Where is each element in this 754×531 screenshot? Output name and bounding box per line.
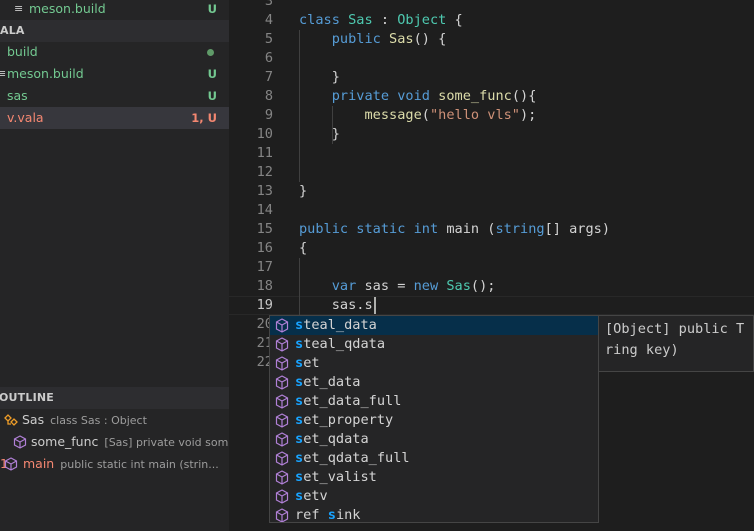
line-number: 4 (264, 12, 273, 28)
line-number: 19 (256, 297, 273, 313)
method-icon (275, 508, 289, 522)
suggestion-item[interactable]: steal_qdata (270, 335, 598, 354)
line-number: 9 (264, 107, 273, 123)
code-line: private void some_func(){ (331, 88, 537, 104)
suggest-widget[interactable]: steal_data steal_qdata set set_data set_… (269, 315, 599, 523)
code-line: } (299, 183, 308, 199)
outline-item-some-func[interactable]: some_func [Sas] private void som... (0, 431, 229, 453)
suggestion-detail-panel: [Object] public T ring key) (599, 315, 754, 372)
outline-item-sas[interactable]: Sas class Sas : Object (0, 409, 229, 431)
suggestion-label: steal_qdata (295, 336, 386, 352)
file-item-meson-build[interactable]: ≡ meson.build U (0, 63, 229, 85)
suggestion-label: ref sink (295, 507, 361, 523)
suggestion-label: set_data (295, 374, 361, 390)
suggestion-item[interactable]: steal_data (270, 316, 598, 335)
line-number: 20 (256, 316, 273, 332)
line-number: 5 (264, 31, 273, 47)
method-icon (275, 451, 289, 466)
outline-title: OUTLINE (0, 391, 55, 404)
line-number: 14 (256, 202, 273, 218)
suggestion-item[interactable]: set_qdata_full (270, 449, 598, 468)
suggestion-item[interactable]: set_data (270, 373, 598, 392)
suggestion-label: set_qdata (295, 431, 369, 447)
file-name: v.vala (7, 110, 44, 125)
file-name: meson.build (7, 66, 84, 81)
file-name: meson.build (29, 1, 106, 16)
suggestion-item[interactable]: set_data_full (270, 392, 598, 411)
suggestion-label: set_qdata_full (295, 450, 410, 466)
file-lines-icon: ≡ (14, 2, 24, 15)
outline-item-label: Sas class Sas : Object (22, 412, 147, 427)
file-lines-icon: ≡ (0, 67, 7, 80)
suggestion-label: set_valist (295, 469, 377, 485)
file-item-sas[interactable]: sas U (0, 85, 229, 107)
code-line: { (299, 240, 308, 256)
suggestion-label: set (295, 355, 320, 371)
git-status-badge: U (207, 89, 217, 103)
code-line: class Sas : Object { (299, 12, 463, 28)
line-number: 11 (256, 145, 273, 161)
outline-item-label: main public static int main (strin... (23, 456, 219, 471)
file-name: sas (7, 88, 28, 103)
method-icon (275, 432, 289, 447)
method-icon (4, 457, 18, 471)
line-number: 18 (256, 278, 273, 294)
outline-header[interactable]: OUTLINE (0, 387, 229, 409)
suggestion-item[interactable]: ref sink (270, 506, 598, 523)
section-title: ALA (0, 24, 25, 37)
method-icon (275, 394, 289, 409)
code-line: message("hello vls"); (364, 107, 537, 123)
section-header-vala[interactable]: ALA (0, 20, 229, 42)
suggestion-item[interactable]: setv (270, 487, 598, 506)
folder-item-build[interactable]: build (0, 41, 229, 63)
code-line: public static int main (string[] args) (299, 221, 611, 237)
method-icon (275, 413, 289, 428)
method-icon (275, 356, 289, 371)
suggestion-label: set_property (295, 412, 394, 428)
outline-item-main[interactable]: main public static int main (strin... 1 (0, 453, 229, 475)
sidebar: ≡ meson.build U ALA build ≡ meson.build … (0, 0, 229, 531)
line-number: 22 (256, 354, 273, 370)
method-icon (275, 375, 289, 390)
method-icon (275, 337, 289, 352)
line-number: 13 (256, 183, 273, 199)
text-cursor (374, 297, 376, 314)
method-icon (275, 489, 289, 504)
code-line: sas.s (299, 297, 373, 313)
line-number: 21 (256, 335, 273, 351)
line-number: 12 (256, 164, 273, 180)
file-item-meson-build-top[interactable]: ≡ meson.build U (0, 0, 229, 20)
method-icon (275, 318, 289, 333)
suggestion-item[interactable]: set_qdata (270, 430, 598, 449)
git-status-badge: U (207, 67, 217, 81)
line-number: 7 (264, 69, 273, 85)
problem-status-badge: 1, U (191, 111, 217, 125)
class-icon (4, 414, 18, 426)
suggestion-item[interactable]: set (270, 354, 598, 373)
line-number: 17 (256, 259, 273, 275)
suggestion-label: setv (295, 488, 328, 504)
line-number: 15 (256, 221, 273, 237)
line-number: 6 (264, 50, 273, 66)
suggestion-item[interactable]: set_property (270, 411, 598, 430)
suggestion-item[interactable]: set_valist (270, 468, 598, 487)
line-number: 3 (264, 0, 273, 9)
line-number: 8 (264, 88, 273, 104)
line-number: 10 (256, 126, 273, 142)
git-status-badge: U (207, 2, 217, 16)
code-line: public Sas() { (331, 31, 447, 47)
code-line: var sas = new Sas(); (331, 278, 496, 294)
method-icon (275, 470, 289, 485)
suggestion-label: steal_data (295, 317, 377, 333)
file-item-v-vala[interactable]: v.vala 1, U (0, 107, 229, 129)
modified-dot-icon (207, 49, 214, 56)
line-number: 16 (256, 240, 273, 256)
outline-item-label: some_func [Sas] private void som... (31, 434, 229, 449)
folder-name: build (7, 44, 38, 59)
suggestion-label: set_data_full (295, 393, 402, 409)
code-line: } (299, 69, 340, 85)
method-icon (13, 435, 27, 449)
code-line: } (299, 126, 340, 142)
